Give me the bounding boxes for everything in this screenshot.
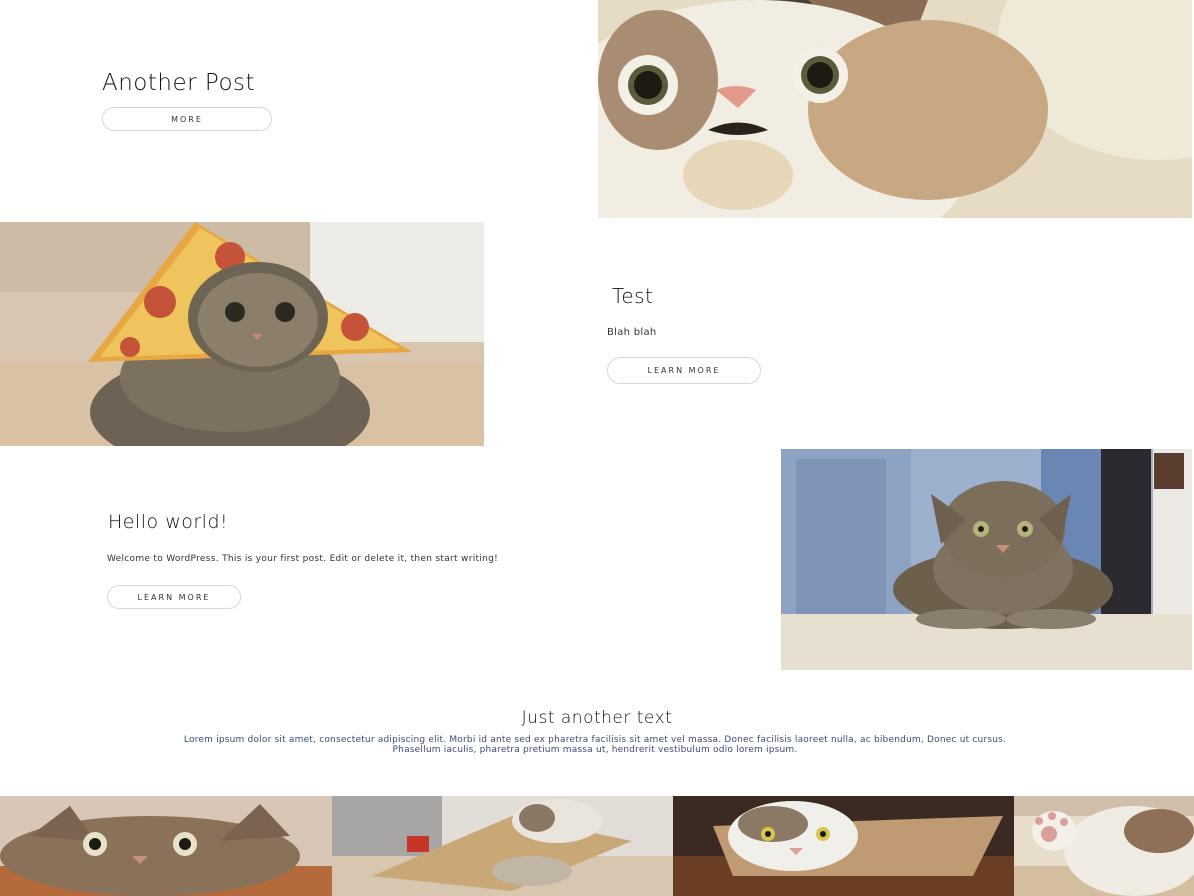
post-excerpt: Welcome to WordPress. This is your first… <box>107 554 499 564</box>
paw-cat-photo <box>1014 796 1194 896</box>
box-cat-photo <box>332 796 673 896</box>
post-excerpt: Blah blah <box>607 327 657 338</box>
section-body: Lorem ipsum dolor sit amet, consectetur … <box>183 735 1007 755</box>
table-cat-photo <box>781 449 1192 670</box>
surprised-cat-photo <box>598 0 1192 218</box>
learn-more-button[interactable]: Learn More <box>107 585 241 609</box>
pizza-cat-photo <box>0 222 484 446</box>
bag-cat-photo <box>673 796 1014 896</box>
learn-more-button[interactable]: Learn More <box>607 357 761 384</box>
post-title[interactable]: Another Post <box>102 70 255 96</box>
post-title[interactable]: Test <box>612 284 653 308</box>
peeking-cat-photo <box>0 796 332 896</box>
section-title: Just another text <box>521 708 673 728</box>
more-button[interactable]: More <box>102 107 272 131</box>
post-title[interactable]: Hello world! <box>108 511 228 533</box>
